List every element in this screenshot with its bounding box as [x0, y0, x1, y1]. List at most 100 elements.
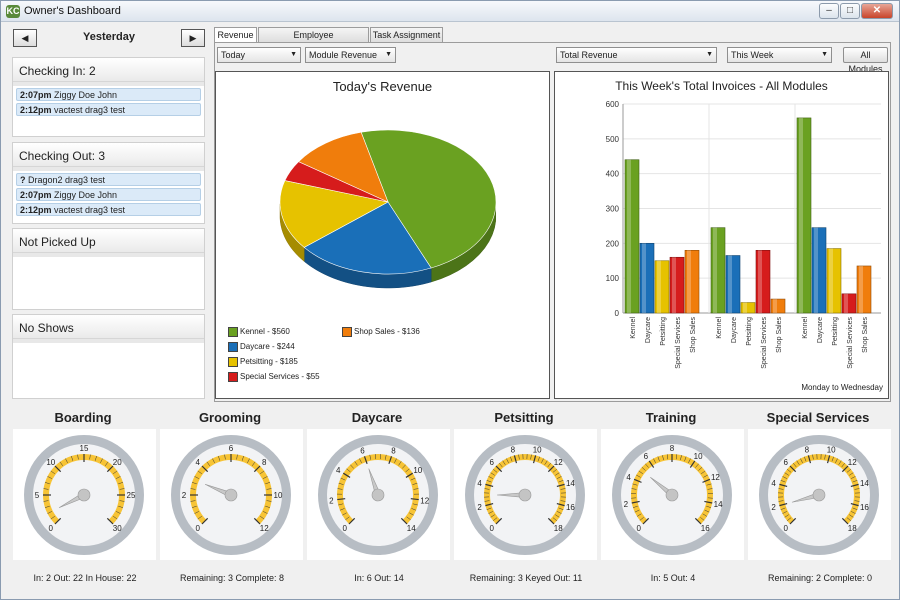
x-tick-label: Daycare: [645, 317, 652, 343]
checking-in-box: Checking In: 2 2:07pm Ziggy Doe John 2:12…: [12, 57, 205, 137]
bar-svg: 0 100 200 300 400 500 600 Kennel Daycare Petsitti…: [606, 100, 883, 392]
gauge-tick-label: 20: [113, 458, 122, 467]
tab-employee-communications[interactable]: Employee Communications: [258, 27, 369, 54]
gauge-hub: [77, 488, 91, 502]
bar-highlight: [859, 265, 863, 313]
y-tick-label: 200: [606, 239, 620, 248]
invoice-type-select[interactable]: Total Revenue ▼: [556, 47, 717, 63]
list-item[interactable]: 2:07pm Ziggy Doe John: [16, 88, 201, 101]
gauge-tick-label: 12: [420, 496, 429, 505]
list-item-name: Ziggy Doe John: [51, 190, 118, 200]
legend-item-kennel: Kennel - $560: [228, 327, 290, 337]
gauge-tick-label: 4: [626, 473, 631, 482]
checking-out-box: Checking Out: 3 ? Dragon2 drag3 test 2:07…: [12, 142, 205, 224]
list-item[interactable]: 2:12pm vactest drag3 test: [16, 103, 201, 116]
gauge-petsitting: 0 2 4 6 8 10 12 14 16 18: [454, 429, 597, 560]
maximize-button[interactable]: □: [840, 3, 860, 19]
week-value: This Week: [731, 50, 774, 60]
gauge-tick-label: 2: [771, 503, 776, 512]
gauge-svg: 0 2 4 6 8 10 12 14 16 18: [759, 435, 879, 555]
gauge-tick-label: 10: [274, 491, 283, 500]
gauge-tick-label: 0: [637, 524, 642, 533]
x-tick-label: Special Services: [847, 317, 854, 369]
chevron-down-icon: ▼: [385, 51, 392, 58]
prev-day-button[interactable]: ◀: [13, 29, 37, 47]
gauge-hub: [518, 488, 532, 502]
gauge-title: Boarding: [54, 410, 112, 425]
chevron-down-icon: ▼: [290, 51, 297, 58]
not-picked-up-title: Not Picked Up: [13, 229, 204, 253]
gauge-hub: [665, 488, 679, 502]
list-item-name: vactest drag3 test: [51, 105, 126, 115]
gauge-tick-label: 0: [196, 524, 201, 533]
title-bar[interactable]: KC Owner's Dashboard – □ ✕: [1, 1, 899, 22]
gauge-tick-label: 4: [336, 466, 341, 475]
gauge-tick-label: 6: [360, 447, 365, 456]
legend-swatch: [228, 327, 238, 337]
gauge-tick-label: 18: [848, 524, 857, 533]
no-shows-title: No Shows: [13, 315, 204, 339]
period-value: Today: [221, 50, 246, 60]
gauge-tick-label: 5: [35, 491, 40, 500]
x-tick-label: Petsitting: [832, 317, 839, 346]
bar-highlight: [713, 227, 717, 313]
gauge-svg: 0 2 4 6 8 10 12 14 16: [612, 435, 732, 555]
no-shows-box: No Shows: [12, 314, 205, 399]
bar-highlight: [814, 227, 818, 313]
next-day-button[interactable]: ▶: [181, 29, 205, 47]
x-tick-label: Daycare: [817, 317, 824, 343]
gauge-tick-label: 4: [196, 458, 201, 467]
bar-highlight: [642, 243, 646, 313]
all-modules-button[interactable]: All Modules: [843, 47, 888, 74]
x-tick-label: Kennel: [716, 317, 723, 339]
list-item[interactable]: 2:12pm vactest drag3 test: [16, 203, 201, 216]
gauge-tick-label: 6: [490, 458, 495, 467]
bar-highlight: [627, 159, 631, 313]
gauge-tick-label: 12: [711, 473, 720, 482]
tab-revenue[interactable]: Revenue: [214, 27, 257, 43]
list-item[interactable]: ? Dragon2 drag3 test: [16, 173, 201, 186]
close-button[interactable]: ✕: [861, 3, 893, 19]
gauge-tick-label: 8: [511, 446, 516, 455]
app-icon: KC: [6, 5, 20, 18]
y-tick-label: 300: [606, 205, 620, 214]
gauge-tick-label: 14: [566, 479, 575, 488]
gauge-tick-label: 6: [644, 452, 649, 461]
list-item[interactable]: 2:07pm Ziggy Doe John: [16, 188, 201, 201]
minimize-button[interactable]: –: [819, 3, 839, 19]
y-tick-label: 400: [606, 170, 620, 179]
x-tick-label: Shop Sales: [862, 317, 869, 353]
revenue-type-select[interactable]: Module Revenue ▼: [305, 47, 396, 63]
week-select[interactable]: This Week ▼: [727, 47, 832, 63]
x-tick-label: Petsitting: [746, 317, 753, 346]
revenue-tab-panel: Today ▼ Module Revenue ▼ Total Revenue ▼ Th…: [214, 42, 891, 402]
legend-label: Special Services - $55: [240, 372, 320, 382]
gauge-title: Petsitting: [494, 410, 554, 425]
bar-highlight: [758, 250, 762, 313]
invoice-type-value: Total Revenue: [560, 50, 618, 60]
gauge-hub: [371, 488, 385, 502]
gauge-daycare: 0 2 4 6 8 10 12 14: [307, 429, 450, 560]
y-tick-label: 0: [615, 309, 620, 318]
bar-highlight: [657, 260, 661, 313]
gauge-tick-label: 16: [701, 524, 710, 533]
gauge-title: Grooming: [198, 410, 262, 425]
gauge-stats: In: 5 Out: 4: [650, 573, 696, 583]
gauge-tick-label: 10: [413, 466, 422, 475]
list-item-time: 2:12pm: [20, 205, 52, 215]
gauge-svg: 0 5 10 15 20 25 30: [24, 435, 144, 555]
period-select[interactable]: Today ▼: [217, 47, 301, 63]
tab-task-assignment[interactable]: Task Assignment: [370, 27, 443, 42]
gauge-tick-label: 2: [477, 503, 482, 512]
list-item-name: Dragon2 drag3 test: [25, 175, 106, 185]
legend-swatch: [228, 357, 238, 367]
list-item-name: Ziggy Doe John: [51, 90, 118, 100]
gauge-tick-label: 8: [391, 447, 396, 456]
gauge-hub: [224, 488, 238, 502]
gauge-tick-label: 30: [113, 524, 122, 533]
x-tick-label: Special Services: [761, 317, 768, 369]
checking-out-title: Checking Out: 3: [13, 143, 204, 167]
bar-highlight: [799, 117, 803, 313]
x-tick-label: Petsitting: [660, 317, 667, 346]
gauge-tick-label: 4: [477, 479, 482, 488]
